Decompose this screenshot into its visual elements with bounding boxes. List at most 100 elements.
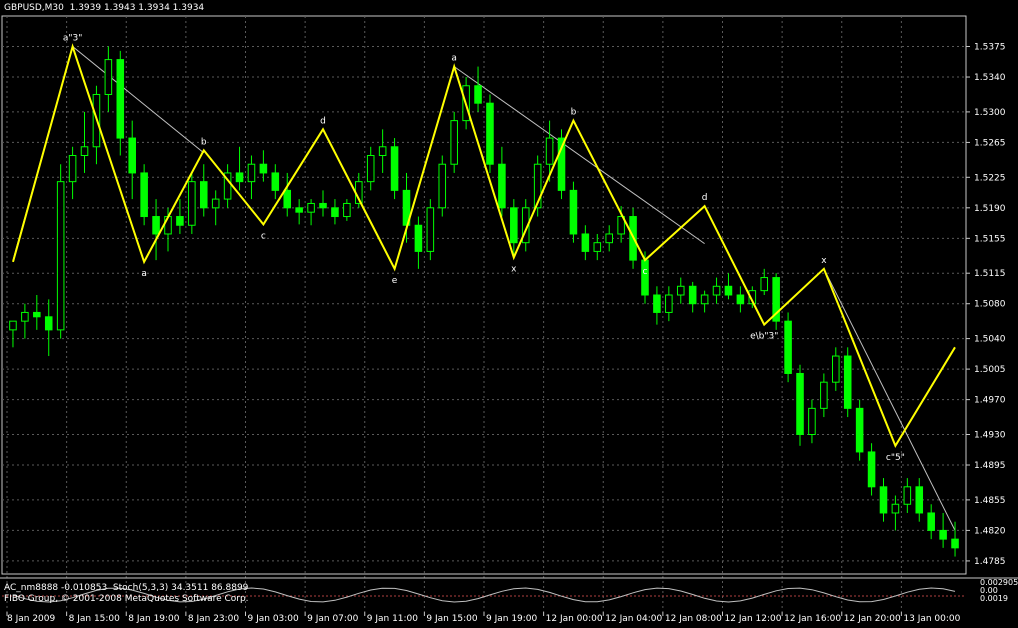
candle-body[interactable]: [378, 146, 387, 156]
candle-body[interactable]: [843, 355, 852, 409]
candle-body[interactable]: [188, 181, 196, 226]
candle-body[interactable]: [915, 486, 924, 514]
time-label: 12 Jan 04:00: [605, 614, 662, 624]
candle-body[interactable]: [283, 189, 292, 209]
candle-body[interactable]: [235, 172, 244, 183]
candle-body[interactable]: [140, 172, 148, 218]
candle-body[interactable]: [152, 216, 160, 235]
candle-body[interactable]: [259, 163, 268, 174]
candle-body[interactable]: [724, 285, 733, 296]
candle-body[interactable]: [939, 529, 947, 540]
price-label: 1.5155: [974, 234, 1006, 244]
candle-body[interactable]: [331, 207, 339, 218]
wave-label: d: [320, 116, 326, 126]
candle-body[interactable]: [581, 233, 590, 252]
candle-body[interactable]: [903, 486, 912, 505]
candle-body[interactable]: [104, 59, 113, 95]
candle-body[interactable]: [498, 163, 506, 209]
candle-body[interactable]: [784, 320, 792, 374]
candle-body[interactable]: [820, 381, 828, 409]
candle-body[interactable]: [247, 163, 256, 183]
price-label: 1.5225: [974, 173, 1006, 183]
time-label: 13 Jan 00:00: [903, 614, 960, 624]
candle-body[interactable]: [832, 355, 840, 383]
candle-body[interactable]: [199, 181, 208, 209]
indicator-title: AC_nm8888 -0.010853 Stoch(5,3,3) 34.3511…: [4, 583, 249, 593]
candle-body[interactable]: [665, 294, 673, 313]
candle-body[interactable]: [867, 451, 876, 488]
candle-body[interactable]: [44, 316, 53, 331]
candle-body[interactable]: [641, 259, 649, 296]
candle-body[interactable]: [605, 233, 613, 244]
price-label: 1.4820: [974, 526, 1006, 536]
time-label: 12 Jan 08:00: [665, 614, 722, 624]
price-label: 1.5115: [974, 269, 1006, 279]
wave-label: x: [821, 256, 827, 266]
wave-label: e: [392, 276, 398, 286]
time-label: 9 Jan 19:00: [486, 614, 538, 624]
time-label: 12 Jan 20:00: [844, 614, 901, 624]
price-label: 1.4895: [974, 461, 1006, 471]
candle-body[interactable]: [56, 181, 65, 331]
price-label: 1.4970: [974, 396, 1006, 406]
candle-body[interactable]: [808, 407, 816, 435]
candle-body[interactable]: [676, 285, 685, 296]
candle-body[interactable]: [879, 486, 888, 514]
candle-body[interactable]: [855, 407, 864, 453]
candle-body[interactable]: [128, 137, 136, 174]
candle-body[interactable]: [319, 202, 327, 209]
candle-body[interactable]: [295, 207, 303, 213]
candle-body[interactable]: [21, 311, 29, 322]
candle-body[interactable]: [414, 224, 423, 252]
candle-body[interactable]: [271, 172, 280, 191]
candle-body[interactable]: [211, 198, 220, 209]
price-label: 1.5265: [974, 138, 1006, 148]
chart-title: GBPUSD,M30 1.3939 1.3943 1.3934 1.3934: [4, 3, 205, 13]
candle-body[interactable]: [569, 189, 578, 235]
wave-label: b: [201, 137, 207, 147]
candle-body[interactable]: [700, 294, 709, 305]
candle-body[interactable]: [760, 277, 769, 292]
chart-window[interactable]: a"3" a b c d e a x b c d e\b"3" x c"5" 1.5375 1.5340 1.…: [0, 0, 1018, 624]
candle-body[interactable]: [450, 120, 458, 165]
candle-body[interactable]: [712, 285, 721, 296]
candle-body[interactable]: [796, 372, 804, 435]
time-label: 9 Jan 07:00: [307, 614, 359, 624]
wave-label: a: [141, 269, 147, 279]
candle-body[interactable]: [68, 155, 77, 183]
candle-body[interactable]: [80, 146, 89, 156]
candle-body[interactable]: [653, 294, 661, 313]
wave-label: c: [261, 231, 266, 241]
candle-body[interactable]: [593, 242, 602, 252]
candle-body[interactable]: [390, 146, 399, 191]
wave-label: a"3": [63, 34, 83, 44]
time-label: 8 Jan 2009: [7, 614, 55, 624]
price-label: 1.5300: [974, 108, 1006, 118]
price-chart[interactable]: a"3" a b c d e a x b c d e\b"3" x c"5" 1.5375 1.5340 1.…: [0, 0, 1018, 624]
wave-label: c"5": [886, 453, 905, 463]
candle-body[interactable]: [116, 59, 125, 139]
candle-body[interactable]: [307, 202, 315, 213]
wave-label: e\b"3": [750, 332, 778, 342]
candle-body[interactable]: [951, 538, 959, 549]
candle-body[interactable]: [688, 285, 697, 305]
wave-label: d: [702, 193, 708, 203]
candle-body[interactable]: [343, 202, 351, 218]
candle-body[interactable]: [9, 320, 17, 331]
price-label: 1.4855: [974, 496, 1006, 506]
candle-body[interactable]: [176, 216, 184, 226]
candle-body[interactable]: [545, 137, 554, 165]
wave-label: b: [571, 108, 577, 118]
candle-body[interactable]: [438, 163, 447, 209]
candle-body[interactable]: [474, 85, 482, 104]
candle-body[interactable]: [426, 207, 435, 252]
candle-body[interactable]: [927, 512, 935, 531]
price-label: 1.5340: [974, 73, 1006, 83]
candle-body[interactable]: [891, 503, 900, 514]
price-label: 1.5375: [974, 43, 1006, 53]
candle-body[interactable]: [736, 294, 745, 305]
candle-body[interactable]: [510, 207, 518, 244]
candle-body[interactable]: [366, 155, 375, 183]
candle-body[interactable]: [486, 102, 494, 165]
candle-body[interactable]: [33, 311, 41, 318]
